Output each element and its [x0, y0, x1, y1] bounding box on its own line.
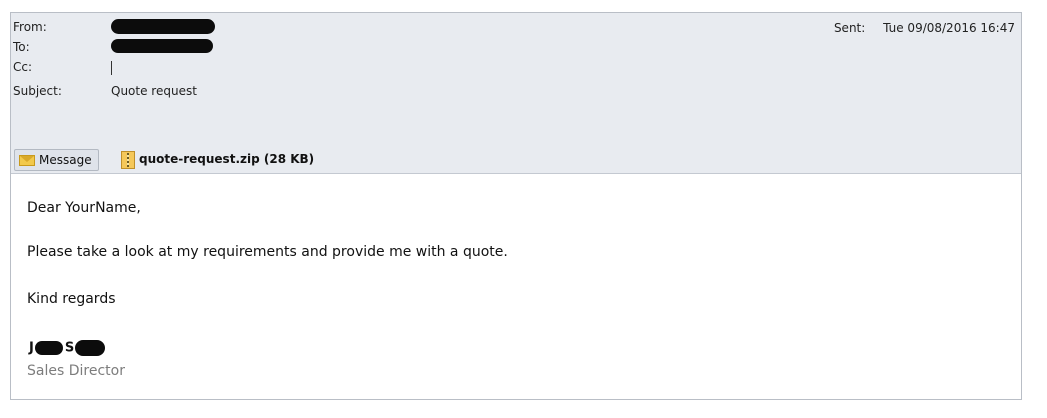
redacted-last-name: [75, 340, 106, 356]
subject-value: Quote request: [111, 84, 197, 98]
closing-line: Kind regards: [27, 291, 116, 307]
signature-name: JS: [29, 340, 106, 356]
email-header: From: To: Cc: Subject: Quote request Sen…: [11, 13, 1021, 146]
tab-message[interactable]: Message: [14, 149, 99, 171]
zip-file-icon: [121, 150, 135, 169]
from-value[interactable]: [111, 19, 215, 38]
to-label: To:: [13, 40, 30, 54]
tab-message-label: Message: [39, 153, 92, 167]
attachment-tab[interactable]: quote-request.zip (28 KB): [117, 149, 318, 169]
envelope-icon: [19, 155, 35, 166]
redacted-first-name: [34, 341, 63, 355]
sent-info: Sent: Tue 09/08/2016 16:47: [834, 21, 1015, 35]
signature-initial-last: S: [64, 340, 75, 356]
attachment-label: quote-request.zip (28 KB): [139, 152, 315, 166]
greeting-line: Dear YourName,: [27, 200, 141, 216]
cc-label: Cc:: [13, 60, 33, 74]
signature-title: Sales Director: [27, 363, 125, 379]
from-label: From:: [13, 20, 47, 34]
text-caret: [111, 60, 112, 75]
redacted-sender: [111, 19, 215, 34]
to-value[interactable]: [111, 39, 213, 57]
subject-label: Subject:: [13, 84, 62, 98]
request-line: Please take a look at my requirements an…: [27, 244, 508, 260]
message-tabs: Message quote-request.zip (28 KB): [11, 145, 1021, 174]
email-reading-pane: From: To: Cc: Subject: Quote request Sen…: [10, 12, 1022, 400]
redacted-recipient: [111, 39, 213, 53]
signature-initial-first: J: [29, 340, 34, 356]
sent-value: Tue 09/08/2016 16:47: [883, 21, 1015, 35]
cc-value[interactable]: [111, 59, 112, 75]
sent-label: Sent:: [833, 21, 866, 35]
